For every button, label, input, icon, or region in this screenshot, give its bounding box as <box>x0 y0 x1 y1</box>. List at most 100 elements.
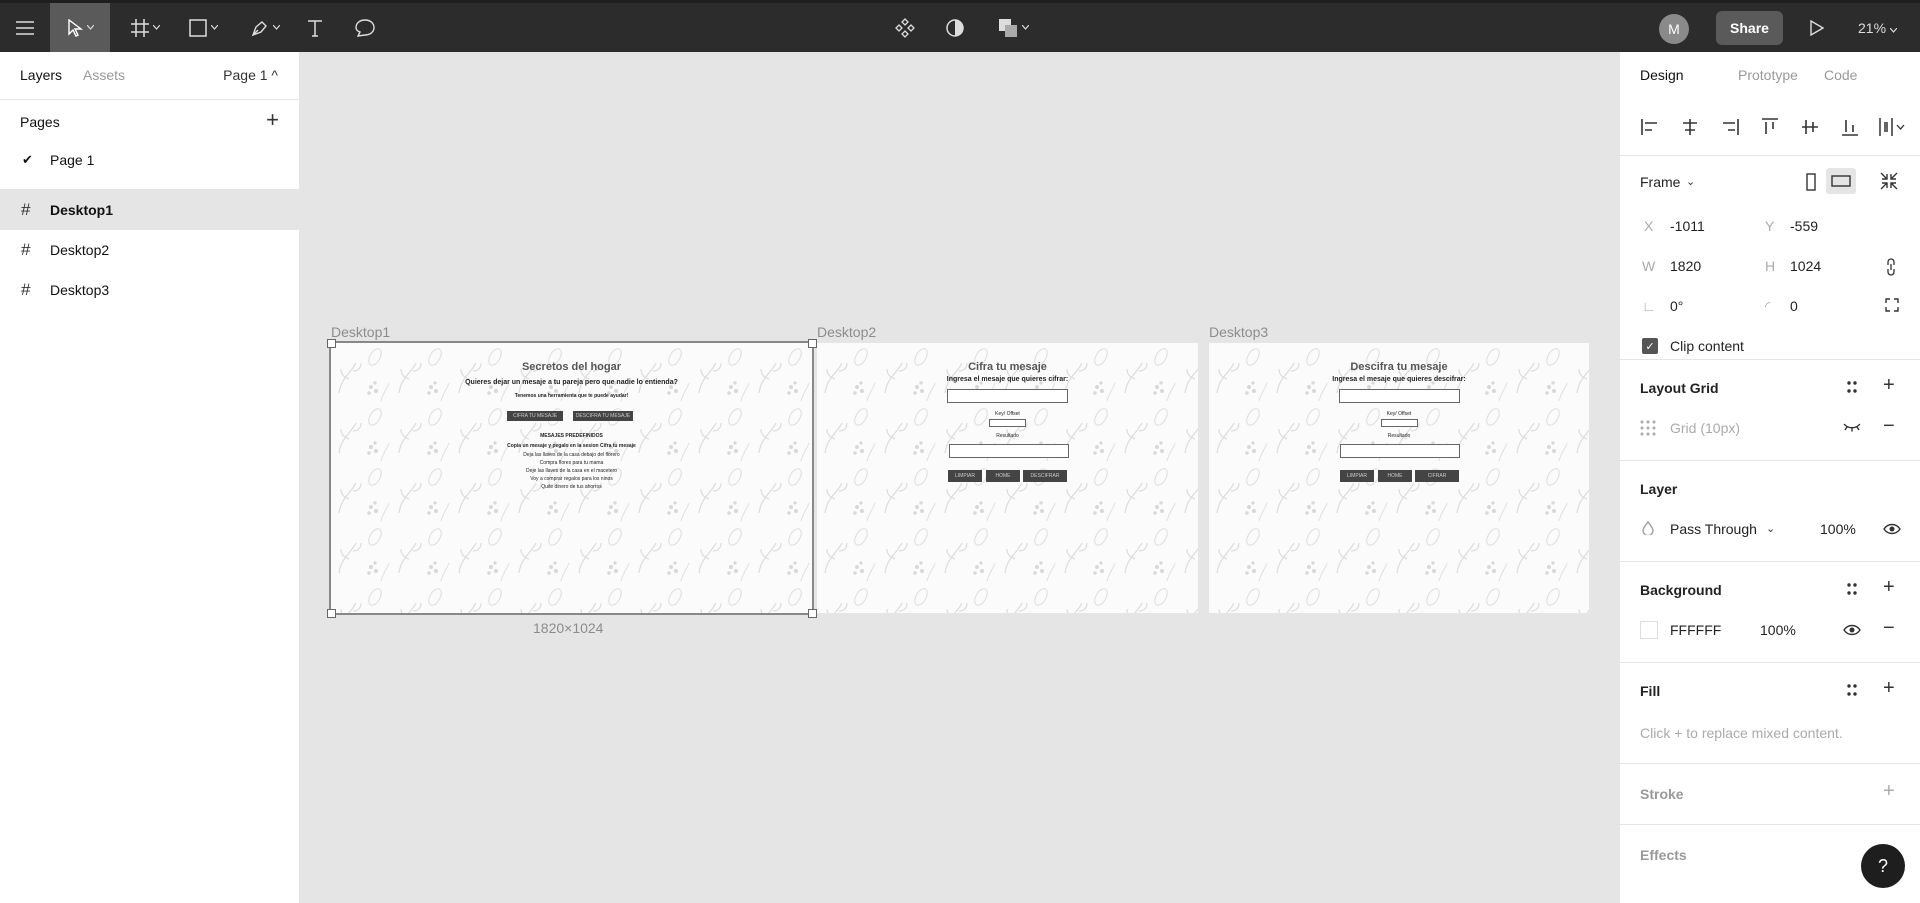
share-button[interactable]: Share <box>1716 11 1783 45</box>
corner-radius-input[interactable]: 0 <box>1790 298 1798 314</box>
frame-prompt: Ingresa el mesaje que quieres descifrar: <box>1332 376 1466 383</box>
layer-item-desktop2[interactable]: # Desktop2 <box>0 230 299 270</box>
shape-tool-button[interactable] <box>182 3 224 52</box>
add-layout-grid-icon[interactable]: + <box>1883 375 1895 395</box>
distribute-menu-icon[interactable] <box>1877 116 1907 138</box>
frame-label-desktop3[interactable]: Desktop3 <box>1209 324 1268 340</box>
text-tool-button[interactable] <box>300 3 330 52</box>
eye-icon[interactable] <box>1843 623 1861 641</box>
present-button[interactable] <box>1802 3 1832 52</box>
background-hex-input[interactable]: FFFFFF <box>1670 622 1721 638</box>
add-stroke-icon[interactable]: + <box>1883 781 1895 801</box>
main-menu-button[interactable] <box>8 3 42 52</box>
resize-handle-top-right[interactable] <box>808 339 817 348</box>
frame-title: Cifra tu mesaje <box>968 361 1047 373</box>
page-selector[interactable]: Page 1 ^ <box>223 67 278 83</box>
zoom-menu[interactable]: 21% <box>1858 3 1898 52</box>
portrait-orientation-icon[interactable] <box>1805 173 1817 195</box>
frame-desktop3[interactable]: Descifra tu mesaje Ingresa el mesaje que… <box>1209 343 1589 613</box>
tab-layers[interactable]: Layers <box>20 67 62 83</box>
copy-hint: Copia un mesaje y pegalo en la sesion Ci… <box>507 443 636 449</box>
page-name: Page 1 <box>50 152 95 168</box>
layer-item-desktop1[interactable]: # Desktop1 <box>0 190 299 230</box>
rotation-icon: ∟ <box>1642 298 1656 314</box>
remove-layout-grid-icon[interactable]: − <box>1883 416 1895 436</box>
blend-mode-dropdown[interactable]: Pass Through <box>1670 521 1757 537</box>
pen-tool-button[interactable] <box>244 3 286 52</box>
fill-section: Fill + Click + to replace mixed content. <box>1620 663 1920 764</box>
frame-type-dropdown[interactable]: Frame <box>1640 174 1680 190</box>
constrain-proportions-icon[interactable] <box>1885 258 1897 280</box>
align-bottom-icon[interactable] <box>1839 116 1861 138</box>
align-right-icon[interactable] <box>1719 116 1741 138</box>
decrypt-button: DESCIFRAR <box>1023 470 1067 482</box>
resize-handle-bottom-right[interactable] <box>808 609 817 618</box>
mask-button[interactable] <box>940 3 970 52</box>
comment-tool-button[interactable] <box>350 3 380 52</box>
eye-closed-icon[interactable] <box>1843 420 1861 436</box>
fill-styles-icon[interactable] <box>1846 683 1858 701</box>
move-tool-button[interactable] <box>50 3 110 52</box>
components-button[interactable] <box>890 3 920 52</box>
resize-to-fit-icon[interactable] <box>1880 172 1898 194</box>
independent-corners-icon[interactable] <box>1885 298 1899 316</box>
y-input[interactable]: -559 <box>1790 218 1818 234</box>
eye-icon[interactable] <box>1883 522 1901 540</box>
design-canvas[interactable]: Desktop1 Secretos del hogar Quieres deja… <box>301 52 1619 903</box>
width-input[interactable]: 1820 <box>1670 258 1701 274</box>
predefined-message: Compra flores para tu mama <box>539 460 604 466</box>
stroke-section: Stroke + <box>1620 764 1920 825</box>
align-vertical-center-icon[interactable] <box>1799 116 1821 138</box>
frame-label-desktop1[interactable]: Desktop1 <box>331 324 390 340</box>
chevron-down-icon <box>1889 20 1898 36</box>
home-button: HOME <box>1378 470 1412 482</box>
resize-handle-bottom-left[interactable] <box>327 609 336 618</box>
cursor-arrow-icon <box>67 18 83 37</box>
frame-hash-icon <box>130 18 149 37</box>
stroke-title: Stroke <box>1640 786 1684 802</box>
layer-opacity-input[interactable]: 100% <box>1820 521 1856 537</box>
tab-prototype[interactable]: Prototype <box>1738 67 1798 83</box>
add-page-icon[interactable]: + <box>266 109 279 131</box>
align-horizontal-center-icon[interactable] <box>1679 116 1701 138</box>
decrypt-nav-button: DESCIFRA TU MESAJE <box>573 411 633 421</box>
landscape-orientation-icon[interactable] <box>1826 168 1856 194</box>
right-panel-tabs: Design Prototype Code <box>1620 52 1920 100</box>
user-avatar[interactable]: M <box>1659 14 1689 44</box>
frame-section: Frame ⌄ X -1011 Y -559 W 1820 H 1024 ∟ 0… <box>1620 156 1920 360</box>
x-input[interactable]: -1011 <box>1670 218 1705 234</box>
color-styles-icon[interactable] <box>1846 582 1858 600</box>
clip-content-label: Clip content <box>1670 338 1744 354</box>
align-left-icon[interactable] <box>1639 116 1661 138</box>
chevron-down-icon <box>210 25 218 30</box>
add-background-icon[interactable]: + <box>1883 577 1895 597</box>
blend-mode-drop-icon <box>1642 520 1654 539</box>
frame-desktop1[interactable]: Secretos del hogar Quieres dejar un mesa… <box>329 341 814 615</box>
frame-tool-button[interactable] <box>124 3 166 52</box>
background-opacity-input[interactable]: 100% <box>1760 622 1796 638</box>
frame-label-desktop2[interactable]: Desktop2 <box>817 324 876 340</box>
add-fill-icon[interactable]: + <box>1883 678 1895 698</box>
checkmark-icon: ✔ <box>22 152 33 167</box>
layer-item-desktop3[interactable]: # Desktop3 <box>0 270 299 310</box>
tab-design[interactable]: Design <box>1640 67 1684 83</box>
frame-desktop2[interactable]: Cifra tu mesaje Ingresa el mesaje que qu… <box>817 343 1198 613</box>
boolean-group-button[interactable] <box>992 3 1034 52</box>
rotation-input[interactable]: 0° <box>1670 298 1683 314</box>
key-label: Key/ Offset <box>995 411 1020 417</box>
result-label: Resultado <box>1387 433 1411 439</box>
background-title: Background <box>1640 582 1722 598</box>
grid-styles-icon[interactable] <box>1846 380 1858 398</box>
tab-code[interactable]: Code <box>1824 67 1857 83</box>
help-button[interactable]: ? <box>1861 844 1905 888</box>
left-sidebar: Layers Assets Page 1 ^ Pages + ✔ Page 1 … <box>0 52 300 903</box>
align-top-icon[interactable] <box>1759 116 1781 138</box>
background-color-swatch[interactable] <box>1640 621 1658 639</box>
tab-assets[interactable]: Assets <box>83 67 125 83</box>
height-input[interactable]: 1024 <box>1790 258 1821 274</box>
remove-background-icon[interactable]: − <box>1883 618 1895 638</box>
clip-content-checkbox[interactable]: ✓ <box>1642 338 1658 354</box>
resize-handle-top-left[interactable] <box>327 339 336 348</box>
grid-item-label[interactable]: Grid (10px) <box>1670 420 1740 436</box>
page-item[interactable]: ✔ Page 1 <box>0 140 299 180</box>
